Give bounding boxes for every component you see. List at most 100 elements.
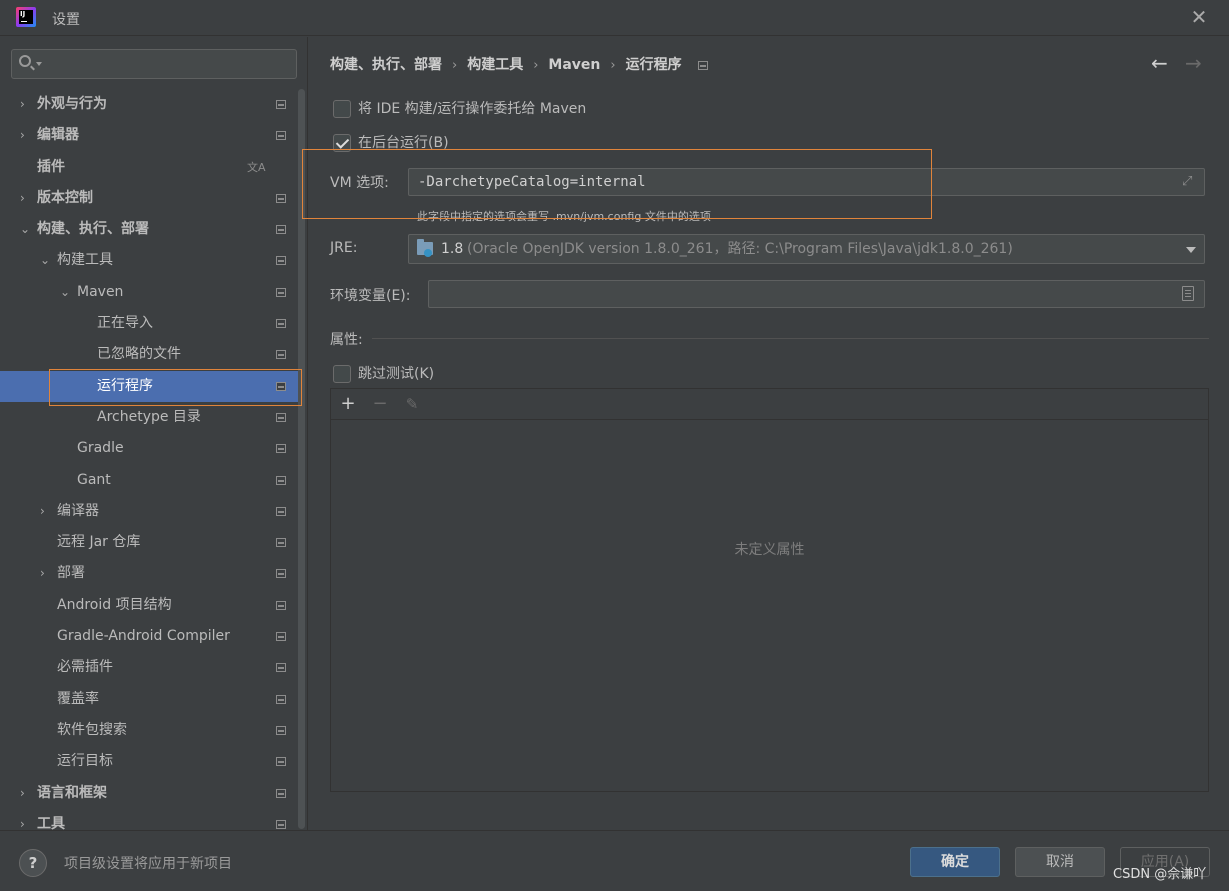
expand-icon[interactable]: ⤢ <box>1182 174 1198 190</box>
project-scope-icon <box>276 287 286 297</box>
project-scope-icon <box>276 100 286 109</box>
chevron-down-icon <box>1186 247 1196 253</box>
project-scope-icon <box>276 444 286 454</box>
settings-tree: › 外观与行为 › 编辑器 插件 文A › 版本控制 ⌄ 构建、执行、部署 ⌄ 构建工具 ⌄ Maven 正… <box>0 89 298 840</box>
document-icon[interactable] <box>1182 286 1194 301</box>
env-vars-input[interactable] <box>428 280 1205 308</box>
chevron-right-icon[interactable]: › <box>20 120 32 151</box>
project-scope-icon <box>276 757 286 767</box>
sidebar-item-label: 软件包搜索 <box>57 721 127 738</box>
dialog-footer: ? 项目级设置将应用于新项目 确定 取消 应用(A) <box>0 830 1229 891</box>
search-input[interactable] <box>11 49 297 79</box>
project-scope-icon <box>276 350 286 360</box>
chevron-right-icon[interactable]: › <box>20 778 32 809</box>
close-window-button[interactable]: ✕ <box>1188 6 1210 28</box>
sidebar-item-label: Gradle-Android Compiler <box>57 628 230 645</box>
sidebar-item[interactable]: 软件包搜索 <box>0 715 298 746</box>
chevron-right-icon[interactable]: › <box>40 496 52 527</box>
jdk-folder-icon <box>417 239 433 257</box>
search-icon <box>19 55 31 67</box>
sidebar-item[interactable]: Android 项目结构 <box>0 590 298 621</box>
sidebar-item[interactable]: › 部署 <box>0 558 298 589</box>
sidebar-item-label: 语言和框架 <box>37 784 107 801</box>
jre-version: 1.8 <box>441 241 464 257</box>
breadcrumb: 构建、执行、部署 › 构建工具 › Maven › 运行程序 <box>330 54 708 74</box>
sidebar-item[interactable]: › 编译器 <box>0 496 298 527</box>
sidebar-item[interactable]: Archetype 目录 <box>0 402 298 433</box>
section-divider <box>372 338 1209 339</box>
sidebar-item-label: 外观与行为 <box>37 96 107 112</box>
project-scope-icon <box>276 506 286 516</box>
sidebar-item[interactable]: ⌄ 构建工具 <box>0 245 298 276</box>
project-scope-icon <box>276 475 286 485</box>
sidebar-item-label: 部署 <box>57 565 85 582</box>
sidebar-item-label: 构建、执行、部署 <box>37 221 149 238</box>
jre-select[interactable]: 1.8 (Oracle OpenJDK version 1.8.0_261，路径… <box>408 234 1205 264</box>
chevron-down-icon[interactable]: ⌄ <box>60 277 72 308</box>
sidebar-item-label: 远程 Jar 仓库 <box>57 534 141 551</box>
sidebar-item[interactable]: 插件 文A <box>0 152 298 183</box>
project-scope-icon <box>276 600 286 610</box>
sidebar-item[interactable]: ⌄ Maven <box>0 277 298 308</box>
breadcrumb-item[interactable]: 构建工具 <box>467 54 523 74</box>
chevron-down-icon[interactable]: ⌄ <box>20 214 32 245</box>
sidebar-item[interactable]: 运行目标 <box>0 746 298 777</box>
sidebar-item[interactable]: › 外观与行为 <box>0 89 298 120</box>
sidebar-item-label: Archetype 目录 <box>97 408 201 425</box>
sidebar-item[interactable]: 正在导入 <box>0 308 298 339</box>
delegate-to-maven-checkbox[interactable] <box>333 100 351 118</box>
chevron-right-icon[interactable]: › <box>20 89 32 120</box>
breadcrumb-item[interactable]: 构建、执行、部署 <box>330 54 442 74</box>
cancel-button[interactable]: 取消 <box>1015 847 1105 877</box>
annotation-box-selected-item <box>49 369 302 406</box>
skip-tests-checkbox[interactable] <box>333 365 351 383</box>
edit-property-button[interactable]: ✎ <box>401 393 423 415</box>
sidebar-item[interactable]: › 编辑器 <box>0 120 298 151</box>
project-scope-icon <box>276 193 286 203</box>
add-property-button[interactable]: + <box>337 393 359 415</box>
project-scope-icon <box>276 225 286 235</box>
sidebar-item[interactable]: › 版本控制 <box>0 183 298 214</box>
chevron-right-icon[interactable]: › <box>20 183 32 214</box>
project-scope-icon <box>276 256 286 266</box>
sidebar-item[interactable]: 必需插件 <box>0 652 298 683</box>
project-scope-icon <box>276 569 286 579</box>
forward-arrow-button[interactable]: → <box>1185 51 1202 75</box>
sidebar-item-label: 必需插件 <box>57 659 113 676</box>
breadcrumb-item[interactable]: Maven <box>548 57 600 73</box>
help-button[interactable]: ? <box>19 849 47 877</box>
sidebar-item[interactable]: Gradle-Android Compiler <box>0 621 298 652</box>
chevron-right-icon[interactable]: › <box>40 558 52 589</box>
sidebar-item[interactable]: ⌄ 构建、执行、部署 <box>0 214 298 245</box>
properties-toolbar: + − ✎ <box>331 389 1208 420</box>
chevron-down-icon[interactable]: ⌄ <box>40 245 52 276</box>
sidebar-item[interactable]: 已忽略的文件 <box>0 339 298 370</box>
back-arrow-button[interactable]: ← <box>1151 51 1168 75</box>
sidebar-item[interactable]: 覆盖率 <box>0 684 298 715</box>
sidebar-item-label: 编译器 <box>57 502 99 519</box>
title-bar: IJ 设置 ✕ <box>0 0 1229 36</box>
jre-label: JRE: <box>330 240 358 256</box>
project-scope-icon <box>276 663 286 673</box>
breadcrumb-separator: › <box>610 58 616 73</box>
sidebar-item[interactable]: Gradle <box>0 433 298 464</box>
search-history-caret-icon[interactable] <box>36 62 42 66</box>
sidebar-item-label: 已忽略的文件 <box>97 346 181 363</box>
project-scope-icon <box>276 131 286 141</box>
window-title: 设置 <box>52 12 80 28</box>
sidebar-item-label: 编辑器 <box>37 127 79 144</box>
skip-tests-label: 跳过测试(K) <box>358 366 435 382</box>
breadcrumb-separator: › <box>533 58 539 73</box>
annotation-box-vm-options <box>302 149 932 219</box>
sidebar-item-label: Gant <box>77 471 111 488</box>
project-scope-icon <box>276 788 286 798</box>
sidebar-item-label: 插件 <box>37 158 65 175</box>
sidebar-item[interactable]: Gant <box>0 465 298 496</box>
sidebar-item-label: Android 项目结构 <box>57 596 172 613</box>
sidebar-item[interactable]: 远程 Jar 仓库 <box>0 527 298 558</box>
ok-button[interactable]: 确定 <box>910 847 1000 877</box>
sidebar-item-label: 版本控制 <box>37 189 93 206</box>
breadcrumb-separator: › <box>452 58 458 73</box>
remove-property-button[interactable]: − <box>369 393 391 415</box>
sidebar-item[interactable]: › 语言和框架 <box>0 778 298 809</box>
